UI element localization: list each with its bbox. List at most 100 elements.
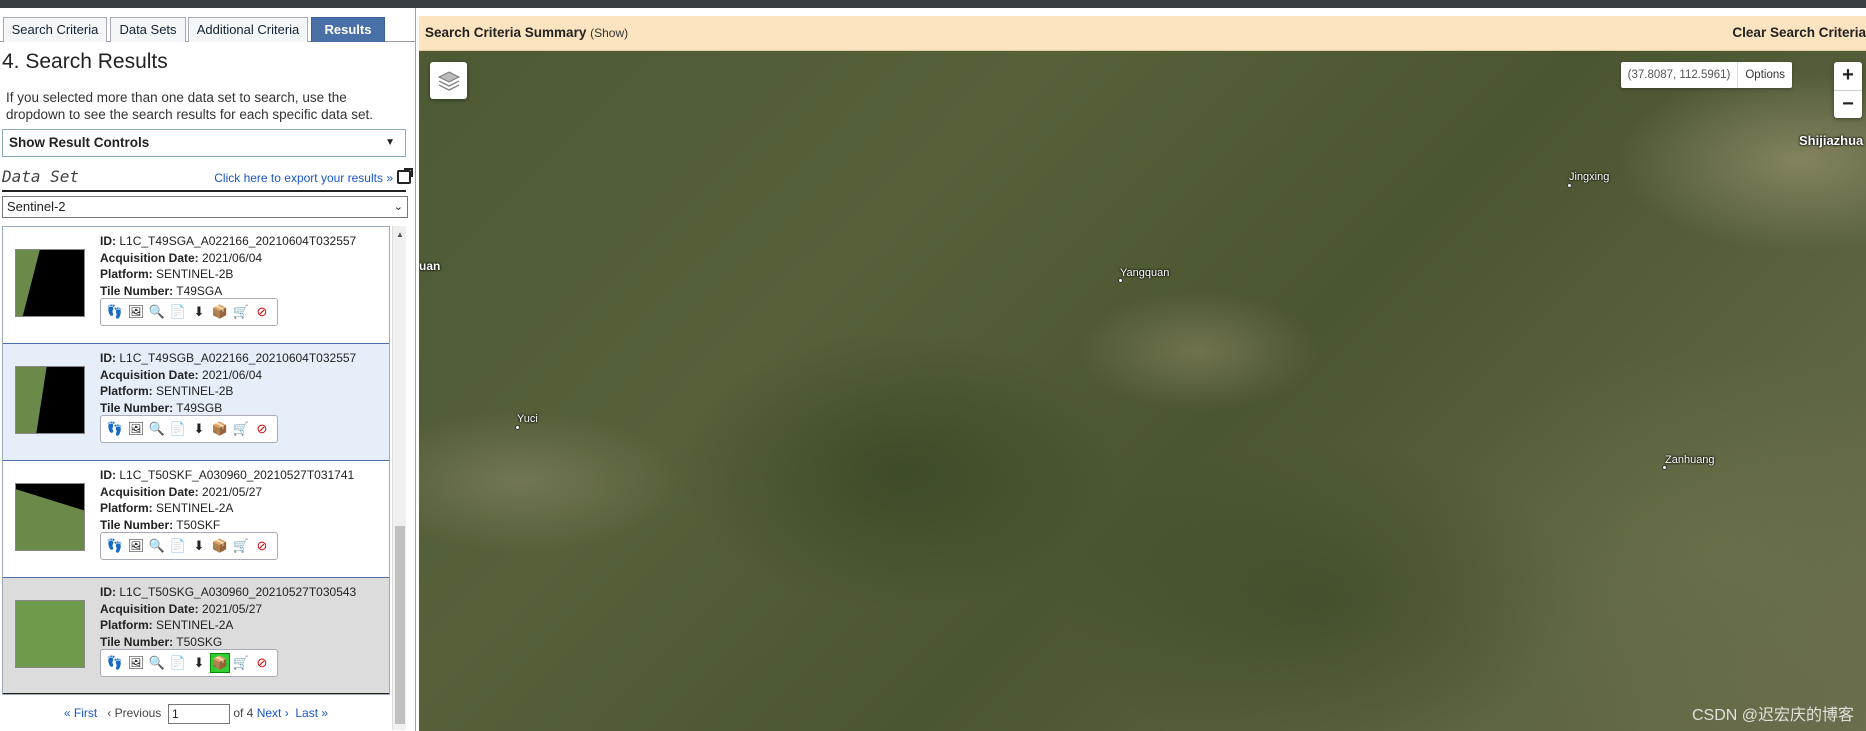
footprint-icon[interactable]: 👣 xyxy=(105,419,125,439)
page-title: 4. Search Results xyxy=(2,50,168,73)
metadata-icon[interactable]: 📄 xyxy=(168,302,188,322)
next-page-link[interactable]: Next › xyxy=(257,706,289,720)
dataset-label: Data Set xyxy=(2,167,80,186)
exclude-icon[interactable]: ⊘ xyxy=(252,302,272,322)
place-marker xyxy=(515,425,520,430)
results-panel: Search Criteria Data Sets Additional Cri… xyxy=(0,8,416,731)
clear-search-criteria-button[interactable]: Clear Search Criteria xyxy=(1732,25,1866,40)
id-label: ID: xyxy=(100,351,116,365)
watermark: CSDN @迟宏庆的博客 xyxy=(1691,707,1854,724)
map-label-edge: uan xyxy=(419,259,441,273)
platform-label: Platform: xyxy=(100,618,153,632)
cart-icon[interactable]: 🛒 xyxy=(231,302,251,322)
download-icon[interactable]: ⬇ xyxy=(189,536,209,556)
browse-overlay-icon[interactable]: 🖼 xyxy=(126,419,146,439)
export-results-link[interactable]: Click here to export your results » xyxy=(214,171,393,185)
metadata-icon[interactable]: 📄 xyxy=(168,419,188,439)
tile-number-label: Tile Number: xyxy=(100,400,174,415)
platform-label: Platform: xyxy=(100,501,153,515)
summary-title: Search Criteria Summary xyxy=(425,25,587,40)
layers-icon xyxy=(437,70,460,91)
divider xyxy=(2,190,406,192)
result-item: ID: L1C_T49SGA_A022166_20210604T032557 A… xyxy=(3,227,389,344)
browse-overlay-icon[interactable]: 🖼 xyxy=(126,302,146,322)
layers-button[interactable] xyxy=(430,62,467,99)
map-view[interactable]: (37.8087, 112.5961) Options + − Shijiazh… xyxy=(419,51,1866,731)
previous-page-link[interactable]: ‹ Previous xyxy=(107,706,161,720)
zoom-control: + − xyxy=(1834,62,1862,118)
metadata-icon[interactable]: 📄 xyxy=(168,653,188,673)
bulk-download-icon[interactable]: 📦 xyxy=(210,419,230,439)
scroll-up-icon[interactable]: ▲ xyxy=(396,230,404,239)
result-thumbnail[interactable] xyxy=(15,366,85,434)
cart-icon[interactable]: 🛒 xyxy=(231,419,251,439)
result-id: L1C_T49SGA_A022166_20210604T032557 xyxy=(119,234,357,248)
cart-icon[interactable]: 🛒 xyxy=(231,653,251,673)
acquisition-date: 2021/05/27 xyxy=(202,601,263,616)
zoom-in-button[interactable]: + xyxy=(1834,62,1862,90)
dataset-select[interactable]: Sentinel-2 ⌄ xyxy=(2,196,408,218)
platform: SENTINEL-2B xyxy=(156,384,234,398)
browse-overlay-icon[interactable]: 🖼 xyxy=(126,536,146,556)
search-criteria-summary-bar: Search Criteria Summary (Show) Clear Sea… xyxy=(419,16,1866,51)
tab-data-sets[interactable]: Data Sets xyxy=(110,17,186,42)
pagination: « First ‹ Previous 1 of 4 Next › Last » xyxy=(2,704,390,724)
exclude-icon[interactable]: ⊘ xyxy=(252,653,272,673)
footprint-icon[interactable]: 👣 xyxy=(105,653,125,673)
map-options-button[interactable]: Options xyxy=(1737,62,1792,88)
metadata-icon[interactable]: 📄 xyxy=(168,536,188,556)
page-number-input[interactable]: 1 xyxy=(167,704,230,724)
browse-overlay-icon[interactable]: 🖼 xyxy=(126,653,146,673)
result-thumbnail[interactable] xyxy=(15,483,85,551)
external-link-icon[interactable] xyxy=(397,168,413,184)
result-actions: 👣 🖼 🔍 📄 ⬇ 📦 🛒 ⊘ xyxy=(100,415,278,443)
download-icon[interactable]: ⬇ xyxy=(189,653,209,673)
acquisition-date: 2021/05/27 xyxy=(202,484,263,499)
last-page-link[interactable]: Last » xyxy=(295,706,328,720)
compare-icon[interactable]: 🔍 xyxy=(147,302,167,322)
compare-icon[interactable]: 🔍 xyxy=(147,536,167,556)
result-item: ID: L1C_T50SKF_A030960_20210527T031741 A… xyxy=(3,461,389,578)
page-count: of 4 xyxy=(233,706,254,721)
result-id: L1C_T50SKF_A030960_20210527T031741 xyxy=(119,468,355,482)
platform: SENTINEL-2A xyxy=(156,618,234,632)
cart-icon[interactable]: 🛒 xyxy=(231,536,251,556)
map-label-jingxing: Jingxing xyxy=(1569,171,1610,183)
zoom-out-button[interactable]: − xyxy=(1834,90,1862,118)
bulk-download-icon[interactable]: 📦 xyxy=(210,653,230,673)
top-bar xyxy=(0,0,1866,8)
bulk-download-icon[interactable]: 📦 xyxy=(210,536,230,556)
first-page-link[interactable]: « First xyxy=(64,706,97,720)
platform: SENTINEL-2A xyxy=(156,501,234,515)
result-controls-label: Show Result Controls xyxy=(9,135,150,150)
result-actions: 👣 🖼 🔍 📄 ⬇ 📦 🛒 ⊘ xyxy=(100,649,278,677)
map-label-zanhuang: Zanhuang xyxy=(1665,454,1715,466)
result-item: ID: L1C_T50SKG_A030960_20210527T030543 A… xyxy=(3,578,389,694)
map-label-yuci: Yuci xyxy=(517,413,538,425)
acquisition-date: 2021/06/04 xyxy=(202,250,263,265)
result-item: ID: L1C_T49SGB_A022166_20210604T032557 A… xyxy=(3,344,389,461)
exclude-icon[interactable]: ⊘ xyxy=(252,536,272,556)
chevron-down-icon: ⌄ xyxy=(393,201,403,213)
results-scrollbar[interactable]: ▲ xyxy=(392,226,406,730)
footprint-icon[interactable]: 👣 xyxy=(105,536,125,556)
result-thumbnail[interactable] xyxy=(15,249,85,317)
compare-icon[interactable]: 🔍 xyxy=(147,653,167,673)
platform: SENTINEL-2B xyxy=(156,267,234,281)
summary-show-link[interactable]: (Show) xyxy=(590,26,628,40)
tab-additional-criteria[interactable]: Additional Criteria xyxy=(188,17,308,42)
tab-results[interactable]: Results xyxy=(311,17,385,42)
tab-bar: Search Criteria Data Sets Additional Cri… xyxy=(0,8,415,42)
acquisition-date-label: Acquisition Date: xyxy=(100,367,199,382)
result-thumbnail[interactable] xyxy=(15,600,85,668)
compare-icon[interactable]: 🔍 xyxy=(147,419,167,439)
download-icon[interactable]: ⬇ xyxy=(189,302,209,322)
tile-number: T49SGA xyxy=(176,283,223,298)
scrollbar-thumb[interactable] xyxy=(395,526,405,724)
download-icon[interactable]: ⬇ xyxy=(189,419,209,439)
tab-search-criteria[interactable]: Search Criteria xyxy=(3,17,107,42)
bulk-download-icon[interactable]: 📦 xyxy=(210,302,230,322)
footprint-icon[interactable]: 👣 xyxy=(105,302,125,322)
exclude-icon[interactable]: ⊘ xyxy=(252,419,272,439)
result-controls-toggle[interactable]: Show Result Controls ▼ xyxy=(2,129,406,157)
